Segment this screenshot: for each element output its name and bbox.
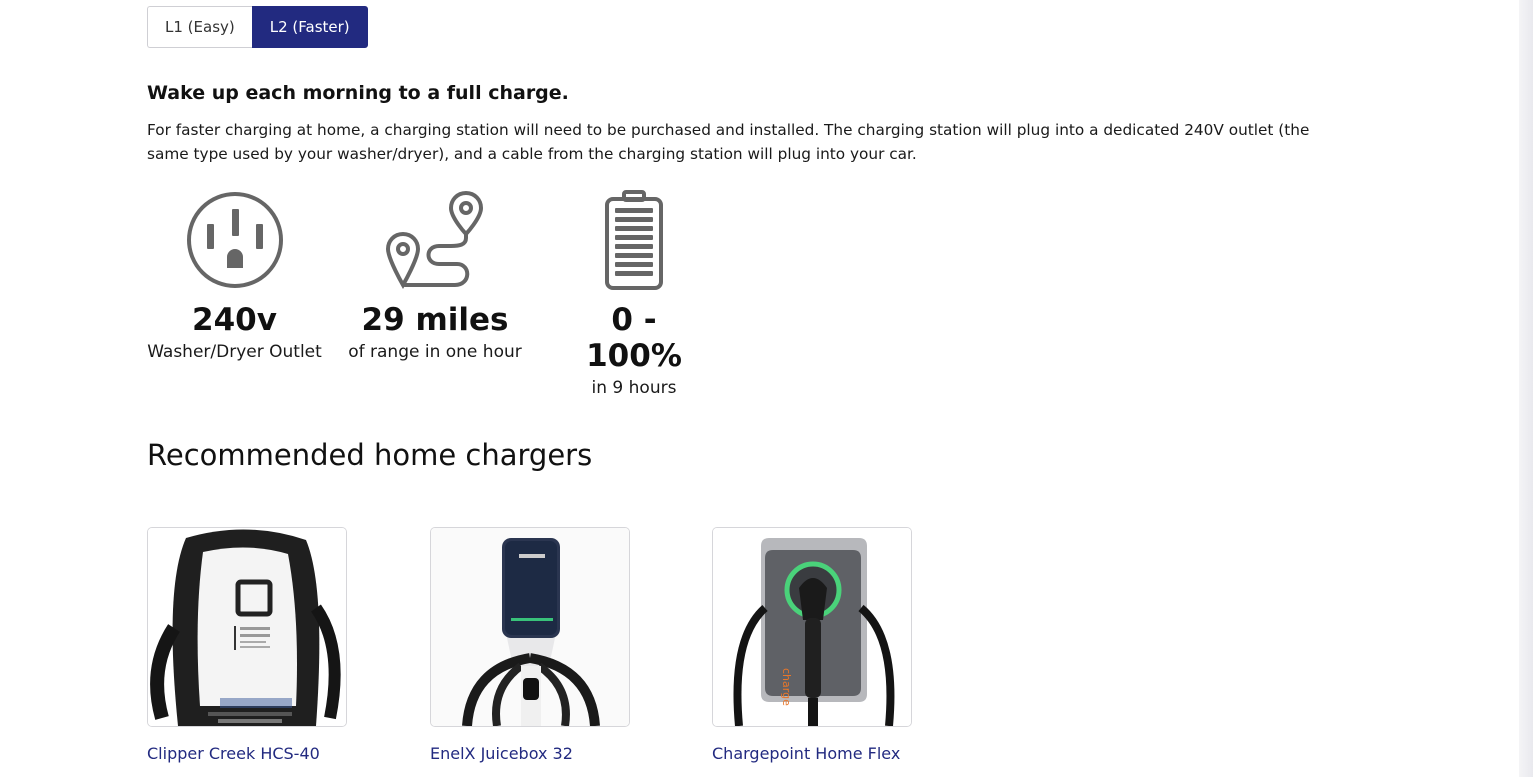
tab-l2-faster[interactable]: L2 (Faster) (251, 6, 368, 48)
clipper-creek-charger-image[interactable] (147, 527, 347, 727)
stat-range: 29 miles of range in one hour (345, 190, 525, 362)
charger-link-clipper-creek[interactable]: Clipper Creek HCS-40 (147, 744, 347, 763)
stat-value: 29 miles (361, 302, 509, 338)
stat-value: 240v (192, 302, 277, 338)
stat-charge-time: 0 - 100% in 9 hours (560, 190, 708, 398)
charger-link-juicebox[interactable]: EnelX Juicebox 32 (430, 744, 630, 763)
route-map-pin-icon (345, 190, 525, 290)
charger-card: EnelX Juicebox 32 (430, 527, 630, 763)
outlet-icon (147, 190, 322, 290)
stat-voltage: 240v Washer/Dryer Outlet (147, 190, 322, 362)
juicebox-charger-image[interactable] (430, 527, 630, 727)
page-edge-shadow (1519, 0, 1533, 777)
charger-link-chargepoint[interactable]: Chargepoint Home Flex (712, 744, 912, 763)
svg-text:charge: charge (780, 668, 793, 706)
tab-l1-easy[interactable]: L1 (Easy) (147, 6, 252, 48)
stat-caption: Washer/Dryer Outlet (147, 342, 322, 362)
section-headline: Wake up each morning to a full charge. (147, 82, 569, 104)
section-description: For faster charging at home, a charging … (147, 121, 1310, 163)
stat-caption: in 9 hours (591, 378, 677, 398)
chargepoint-charger-image[interactable]: charge (712, 527, 912, 727)
charger-card: charge Chargepoint Home Flex (712, 527, 912, 763)
battery-icon (560, 190, 708, 290)
charging-level-toggle: L1 (Easy) L2 (Faster) (147, 6, 368, 48)
stat-caption: of range in one hour (348, 342, 522, 362)
recommended-chargers-title: Recommended home chargers (147, 438, 593, 472)
stat-value: 0 - 100% (586, 302, 682, 374)
charger-card: Clipper Creek HCS-40 (147, 527, 347, 763)
